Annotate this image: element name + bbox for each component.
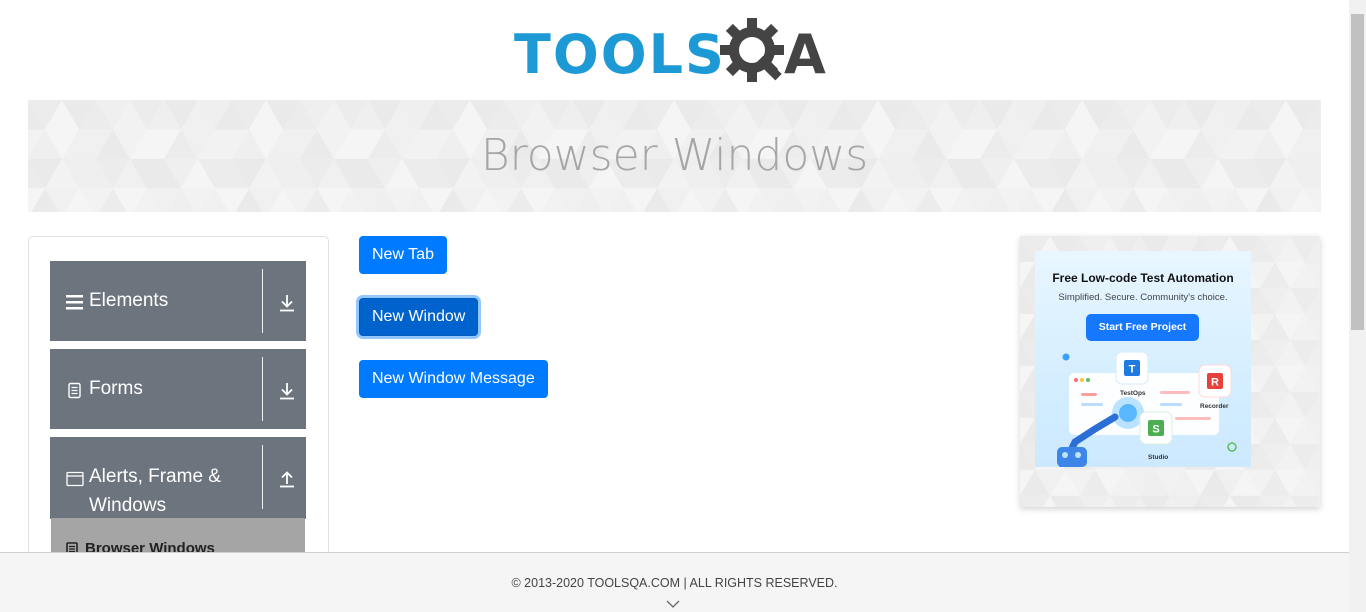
divider	[262, 269, 263, 333]
ad-label-studio: Studio	[1148, 454, 1169, 461]
sidebar-group-forms[interactable]: Forms	[50, 349, 306, 429]
document-icon	[68, 382, 81, 399]
new-window-button[interactable]: New Window	[359, 298, 479, 336]
toolsqa-logo[interactable]: TOOLS A	[514, 16, 838, 92]
new-window-message-button[interactable]: New Window Message	[359, 360, 548, 398]
window-icon	[66, 471, 84, 487]
svg-text:R: R	[1211, 377, 1219, 389]
advertisement-container: Free Low-code Test Automation Simplified…	[1020, 236, 1320, 507]
sidebar-group-label: Forms	[89, 378, 143, 399]
sidebar-group-alerts-frame-windows[interactable]: Alerts, Frame & Windows	[50, 437, 306, 519]
logo-text: TOOLS	[514, 23, 726, 86]
page-footer: © 2013-2020 TOOLSQA.COM | ALL RIGHTS RES…	[0, 552, 1349, 612]
page-banner: Browser Windows	[28, 100, 1321, 212]
sidebar-group-label: Elements	[89, 290, 169, 311]
ad-title: Free Low-code Test Automation	[1052, 271, 1234, 285]
chevron-down-icon[interactable]	[666, 599, 680, 609]
katalon-ad-banner[interactable]: Free Low-code Test Automation Simplified…	[1035, 251, 1251, 467]
svg-text:S: S	[1152, 424, 1159, 436]
ad-label-recorder: Recorder	[1200, 403, 1229, 410]
hamburger-icon	[66, 295, 83, 310]
left-navigation-panel: Elements Forms Alerts, Frame & Windows B…	[28, 236, 329, 566]
start-free-project-button[interactable]: Start Free Project	[1086, 314, 1199, 341]
upload-arrow-icon[interactable]	[277, 469, 297, 489]
ad-label-testops: TestOps	[1120, 390, 1146, 397]
download-arrow-icon[interactable]	[277, 293, 297, 313]
svg-text:T: T	[1129, 364, 1136, 376]
divider	[262, 357, 263, 421]
copyright-text: © 2013-2020 TOOLSQA.COM | ALL RIGHTS RES…	[511, 576, 838, 590]
vertical-scrollbar[interactable]	[1349, 0, 1366, 612]
ad-subtitle: Simplified. Secure. Community's choice.	[1058, 292, 1228, 303]
page-title: Browser Windows	[480, 130, 869, 181]
sidebar-group-label: Alerts, Frame &	[89, 466, 221, 487]
divider	[262, 445, 263, 509]
download-arrow-icon[interactable]	[277, 381, 297, 401]
sidebar-group-elements[interactable]: Elements	[50, 261, 306, 341]
sidebar-group-label-line2: Windows	[89, 495, 167, 516]
scrollbar-thumb[interactable]	[1351, 14, 1364, 330]
logo-letter-a: A	[784, 23, 826, 86]
new-tab-button[interactable]: New Tab	[359, 236, 447, 274]
